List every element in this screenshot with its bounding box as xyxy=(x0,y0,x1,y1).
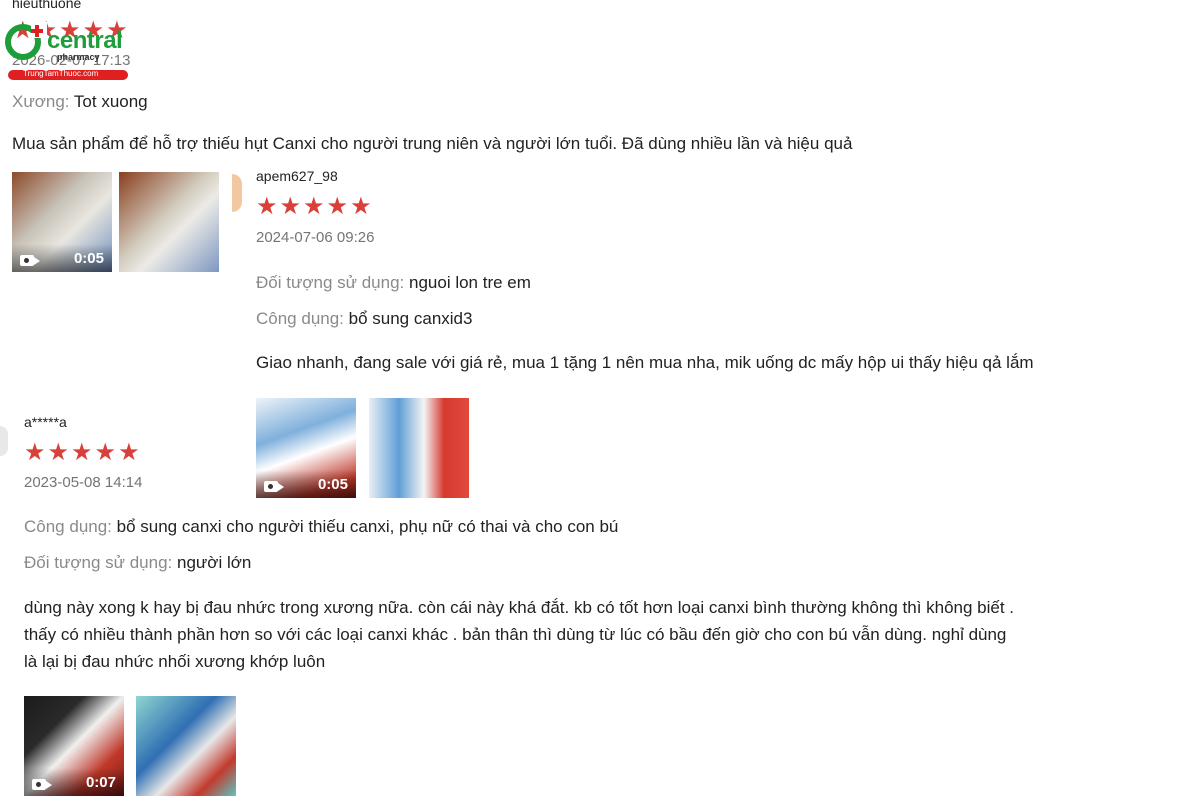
attribute-key: Đối tượng sử dụng: xyxy=(24,553,173,572)
review-attribute: Đối tượng sử dụng: nguoi lon tre em xyxy=(256,273,531,293)
avatar xyxy=(232,174,242,212)
attribute-key: Đối tượng sử dụng: xyxy=(256,273,405,292)
comment-line: thấy có nhiều thành phần hơn so với các … xyxy=(24,625,1007,644)
reviewer-username: hieuthuone xyxy=(12,0,82,11)
review-date: 2024-07-06 09:26 xyxy=(256,229,375,246)
brand-logo: central pharmacy TrungTamThuoc.com xyxy=(5,20,130,82)
star-icon: ★ xyxy=(326,192,349,220)
video-duration: 0:07 xyxy=(85,774,116,791)
video-duration: 0:05 xyxy=(317,476,348,493)
star-icon: ★ xyxy=(303,192,325,220)
star-icon: ★ xyxy=(279,192,302,220)
brand-name: central xyxy=(47,27,123,54)
reviewer-username: a*****a xyxy=(24,414,67,430)
review-image-thumbnail[interactable] xyxy=(369,398,469,498)
reviewer-username: apem627_98 xyxy=(256,168,338,184)
review-comment: Mua sản phẩm để hỗ trợ thiếu hụt Canxi c… xyxy=(12,134,853,153)
rating-stars: ★ ★ ★ ★ ★ xyxy=(256,194,372,218)
star-icon: ★ xyxy=(24,438,46,466)
star-icon: ★ xyxy=(71,438,93,466)
review-image-thumbnail[interactable] xyxy=(119,172,219,272)
video-camera-icon xyxy=(32,779,52,790)
attribute-value: nguoi lon tre em xyxy=(409,273,531,292)
brand-subtitle: pharmacy xyxy=(57,52,100,62)
star-icon: ★ xyxy=(256,192,278,220)
review-attribute: Công dụng: bổ sung canxid3 xyxy=(256,309,472,329)
review-attribute: Công dụng: bổ sung canxi cho người thiếu… xyxy=(24,517,618,537)
video-camera-icon xyxy=(264,481,284,492)
star-icon: ★ xyxy=(94,438,117,466)
review-comment: Giao nhanh, đang sale với giá rẻ, mua 1 … xyxy=(256,353,1034,372)
attribute-value: bổ sung canxi cho người thiếu canxi, phụ… xyxy=(116,517,619,536)
attribute-key: Công dụng: xyxy=(256,309,344,328)
attribute-value: bổ sung canxid3 xyxy=(348,309,473,328)
rating-stars: ★ ★ ★ ★ ★ xyxy=(24,440,140,464)
brand-url: TrungTamThuoc.com xyxy=(23,69,99,78)
attribute-key: Công dụng: xyxy=(24,517,112,536)
attribute-key: Xương: xyxy=(12,92,70,111)
attribute-value: Tot xuong xyxy=(73,92,148,111)
review-video-thumbnail[interactable]: 0:07 xyxy=(24,696,124,796)
star-icon: ★ xyxy=(350,192,372,220)
video-duration: 0:05 xyxy=(73,250,104,267)
review-image-thumbnail[interactable] xyxy=(136,696,236,796)
avatar xyxy=(0,426,8,456)
star-icon: ★ xyxy=(47,438,70,466)
comment-line: dùng này xong k hay bị đau nhức trong xư… xyxy=(24,598,1015,617)
review-comment: dùng này xong k hay bị đau nhức trong xư… xyxy=(24,594,1194,675)
review-video-thumbnail[interactable]: 0:05 xyxy=(12,172,112,272)
attribute-value: người lớn xyxy=(177,553,252,572)
review-date: 2023-05-08 14:14 xyxy=(24,474,143,491)
review-video-thumbnail[interactable]: 0:05 xyxy=(256,398,356,498)
comment-line: là lại bị đau nhức nhối xương khớp luôn xyxy=(24,652,326,671)
star-icon: ★ xyxy=(118,438,140,466)
review-attribute: Xương: Tot xuong xyxy=(12,92,148,112)
video-camera-icon xyxy=(20,255,40,266)
review-attribute: Đối tượng sử dụng: người lớn xyxy=(24,553,251,573)
